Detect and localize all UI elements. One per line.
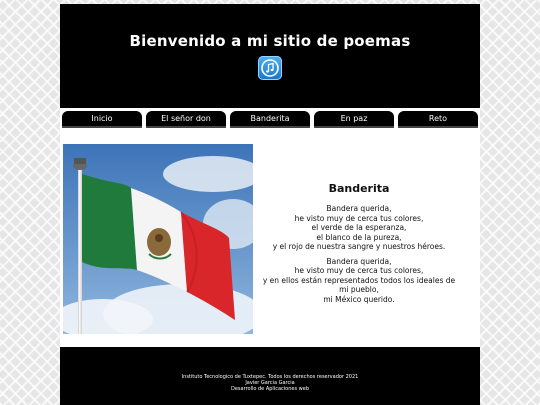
poem-line: y el rojo de nuestra sangre y nuestros h… xyxy=(272,242,446,251)
main-nav: Inicio El señor don tecolote Banderita E… xyxy=(60,108,480,138)
footer-course: Desarrollo de Aplicaciones web xyxy=(231,386,309,392)
poem-line: he visto muy de cerca tus colores, xyxy=(294,266,424,275)
poem-stanza-2: Bandera querida, he visto muy de cerca t… xyxy=(260,257,458,305)
site-header: Bienvenido a mi sitio de poemas xyxy=(60,4,480,108)
site-footer: Instituto Tecnologico de Tuxtepec. Todos… xyxy=(60,347,480,405)
poem-title: Banderita xyxy=(328,182,390,195)
nav-item-reto[interactable]: Reto xyxy=(398,111,478,128)
poem-line: Bandera querida, xyxy=(326,256,392,266)
page-container: Bienvenido a mi sitio de poemas Inicio E… xyxy=(60,4,480,405)
poem-section: Banderita Bandera querida, he visto muy … xyxy=(260,182,458,309)
site-title: Bienvenido a mi sitio de poemas xyxy=(129,32,411,50)
poem-line: el verde de la esperanza, xyxy=(311,223,407,232)
itunes-music-icon[interactable] xyxy=(258,56,282,80)
nav-item-en-paz[interactable]: En paz xyxy=(314,111,394,128)
poem-stanza-1: Bandera querida, he visto muy de cerca t… xyxy=(260,204,458,252)
nav-item-el-senor-don-tecolote[interactable]: El señor don tecolote xyxy=(146,111,226,138)
poem-line: y en ellos están representados todos los… xyxy=(262,275,456,295)
poem-line: mi México querido. xyxy=(323,294,395,304)
mexican-flag-image xyxy=(63,144,253,334)
poem-line: el blanco de la pureza, xyxy=(316,232,402,242)
nav-item-inicio[interactable]: Inicio xyxy=(62,111,142,128)
poem-line: Bandera querida, xyxy=(326,204,392,213)
footer-text: Instituto Tecnologico de Tuxtepec. Todos… xyxy=(60,374,480,392)
poem-line: he visto muy de cerca tus colores, xyxy=(294,213,424,223)
nav-item-banderita[interactable]: Banderita xyxy=(230,111,310,128)
main-content: Banderita Bandera querida, he visto muy … xyxy=(60,132,480,347)
